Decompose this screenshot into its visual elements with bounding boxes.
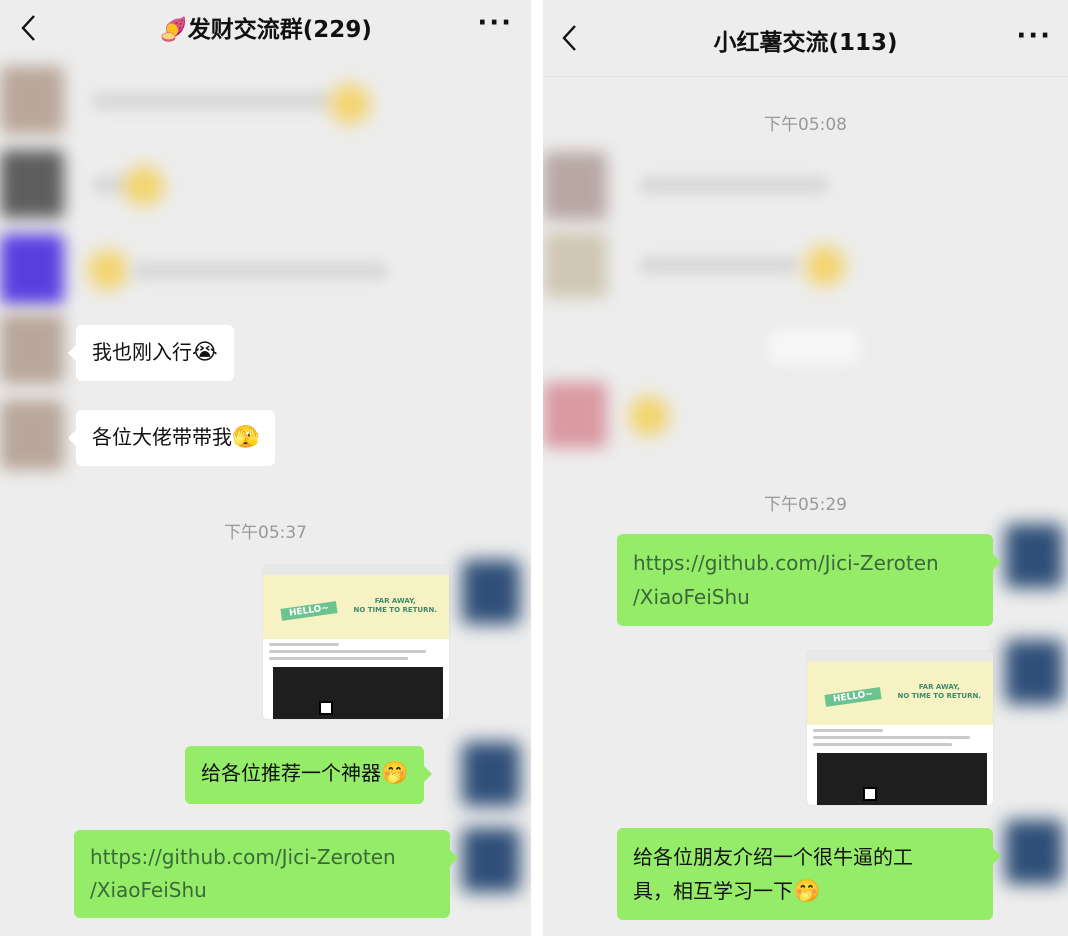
sweet-potato-icon: 🍠 bbox=[159, 17, 188, 43]
blurred-text bbox=[132, 262, 388, 280]
avatar[interactable] bbox=[1005, 820, 1063, 884]
avatar[interactable] bbox=[543, 232, 607, 298]
avatar[interactable] bbox=[1005, 640, 1063, 704]
link-text[interactable]: /XiaoFeiShu bbox=[633, 580, 977, 614]
blurred-text bbox=[639, 256, 799, 274]
avatar[interactable] bbox=[543, 382, 607, 448]
blurred-text bbox=[92, 92, 332, 110]
link-text[interactable]: /XiaoFeiShu bbox=[90, 874, 434, 907]
more-options-icon[interactable]: ··· bbox=[1016, 21, 1052, 51]
avatar[interactable] bbox=[462, 742, 520, 806]
blurred-emoji bbox=[629, 396, 669, 436]
message-bubble[interactable]: 给各位朋友介绍一个很牛逼的工 具，相互学习一下🤭 bbox=[617, 828, 1001, 920]
message-bubble[interactable]: 各位大佬带带我🫣 bbox=[67, 410, 276, 466]
timestamp: 下午05:08 bbox=[764, 115, 847, 135]
blurred-emoji bbox=[805, 246, 845, 286]
more-options-icon[interactable]: ··· bbox=[477, 8, 513, 38]
avatar[interactable] bbox=[0, 66, 64, 134]
peeking-face-icon: 🫣 bbox=[232, 425, 260, 450]
avatar[interactable] bbox=[462, 560, 520, 624]
blurred-text bbox=[639, 176, 829, 194]
avatar[interactable] bbox=[0, 234, 64, 304]
avatar[interactable] bbox=[0, 150, 64, 218]
chat-title: 🍠发财交流群(229) bbox=[159, 17, 372, 43]
crying-face-icon: 😭 bbox=[192, 340, 218, 365]
blurred-emoji bbox=[88, 250, 128, 290]
message-bubble[interactable]: 我也刚入行😭 bbox=[68, 325, 234, 381]
left-chat-panel: 🍠发财交流群(229) ··· 我也刚入行😭 各位大佬带带我🫣 下午05:37 … bbox=[0, 0, 531, 936]
avatar[interactable] bbox=[1005, 524, 1063, 588]
chat-header: 🍠发财交流群(229) ··· bbox=[0, 0, 531, 58]
message-bubble[interactable]: https://github.com/Jici-Zeroten /XiaoFei… bbox=[74, 830, 458, 918]
timestamp: 下午05:29 bbox=[764, 495, 847, 515]
grinning-face-icon: 🤭 bbox=[381, 761, 409, 786]
blurred-text bbox=[769, 330, 859, 364]
timestamp: 下午05:37 bbox=[224, 523, 307, 543]
chat-title: 小红薯交流(113) bbox=[713, 30, 898, 56]
thinking-face-icon: 🤭 bbox=[793, 879, 821, 904]
blurred-emoji bbox=[124, 166, 164, 206]
image-message[interactable]: HELLO~ FAR AWAY, NO TIME TO RETURN. bbox=[807, 651, 993, 805]
link-text[interactable]: https://github.com/Jici-Zeroten bbox=[90, 841, 434, 874]
screenshot-banner: HELLO~ FAR AWAY, NO TIME TO RETURN. bbox=[807, 661, 993, 725]
blurred-emoji bbox=[330, 84, 370, 124]
right-chat-panel: 小红薯交流(113) ··· 下午05:08 下午05:29 https://g… bbox=[543, 0, 1068, 936]
avatar[interactable] bbox=[0, 314, 64, 384]
avatar[interactable] bbox=[462, 828, 520, 892]
message-bubble[interactable]: https://github.com/Jici-Zeroten /XiaoFei… bbox=[617, 534, 1001, 626]
qr-code-icon bbox=[319, 701, 333, 715]
chat-header: 小红薯交流(113) ··· bbox=[543, 0, 1068, 77]
message-bubble[interactable]: 给各位推荐一个神器🤭 bbox=[185, 746, 433, 804]
screenshot-dark-area bbox=[817, 753, 987, 805]
avatar[interactable] bbox=[543, 152, 607, 220]
image-message[interactable]: HELLO~ FAR AWAY, NO TIME TO RETURN. bbox=[263, 565, 449, 719]
qr-code-icon bbox=[863, 787, 877, 801]
screenshot-banner: HELLO~ FAR AWAY, NO TIME TO RETURN. bbox=[263, 575, 449, 639]
link-text[interactable]: https://github.com/Jici-Zeroten bbox=[633, 546, 977, 580]
avatar[interactable] bbox=[0, 400, 64, 470]
screenshot-dark-area bbox=[273, 667, 443, 719]
